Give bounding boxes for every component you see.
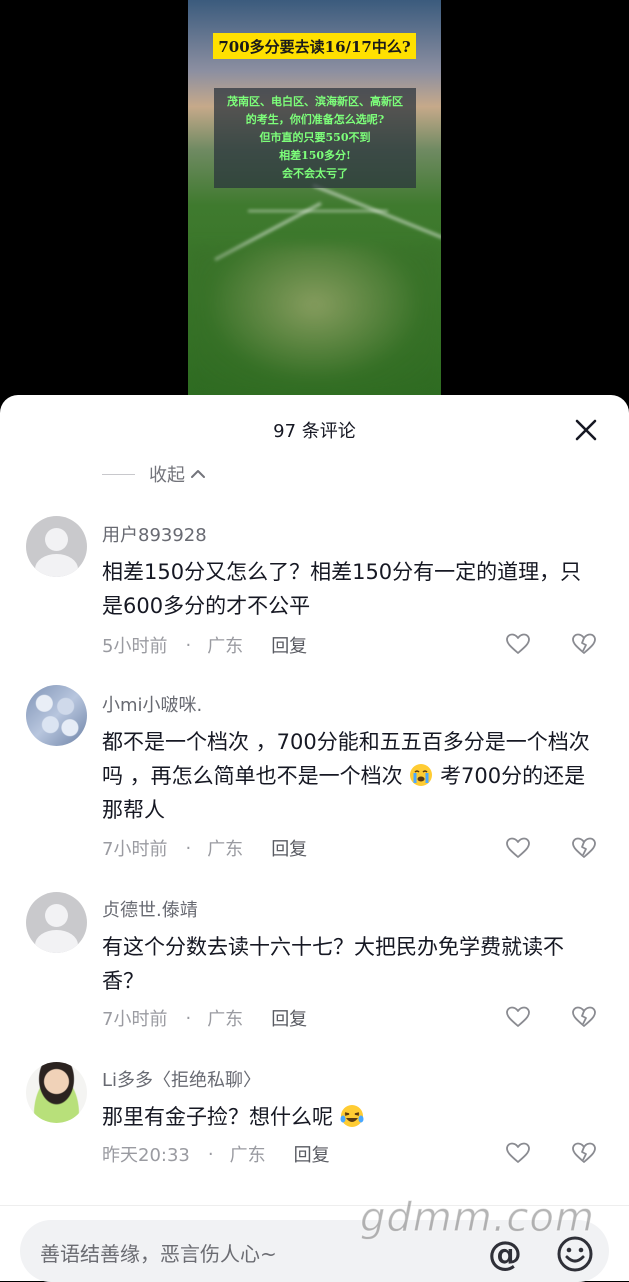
reply-button[interactable]: 回复 bbox=[271, 1005, 307, 1031]
comment-username[interactable]: 小mi小啵咪. bbox=[102, 691, 202, 717]
heart-icon[interactable] bbox=[505, 631, 531, 657]
comment-time: 昨天20:33 bbox=[102, 1145, 190, 1166]
comment-sheet: 97 条评论 收起 用户893928 相差150分又怎么了？相差150分有一定的… bbox=[0, 395, 629, 1280]
input-placeholder: 善语结善缘，恶言伤人心~ bbox=[40, 1242, 277, 1266]
crying-face-emoji bbox=[410, 764, 433, 786]
comment-meta: 昨天20:33 · 广东 回复 bbox=[102, 1141, 330, 1167]
comment-time: 7小时前 bbox=[102, 1009, 168, 1030]
caption-line: 茂南区、电白区、滨海新区、高新区 bbox=[227, 95, 403, 108]
comment-count: 97 条评论 bbox=[273, 421, 356, 442]
broken-heart-icon[interactable] bbox=[571, 1004, 597, 1030]
video-title: 700多分要去读16/17中么? bbox=[213, 33, 416, 59]
comment-text: 有这个分数去读十六十七？大把民办免学费就读不香？ bbox=[102, 935, 564, 993]
close-icon[interactable] bbox=[573, 417, 599, 443]
video-caption-overlay: 茂南区、电白区、滨海新区、高新区 的考生，你们准备怎么选呢? 但市直的只要550… bbox=[214, 88, 416, 188]
blurred-field bbox=[188, 245, 441, 395]
separator-dot: · bbox=[185, 1007, 192, 1029]
separator-dot: · bbox=[207, 1143, 214, 1165]
comment-meta: 7小时前 · 广东 回复 bbox=[102, 835, 307, 861]
comment-username[interactable]: 贞德世.傣靖 bbox=[102, 896, 198, 922]
heart-icon[interactable] bbox=[505, 835, 531, 861]
comment-location: 广东 bbox=[207, 839, 244, 860]
reply-button[interactable]: 回复 bbox=[294, 1141, 330, 1167]
watermark: gdmm.com bbox=[360, 1195, 595, 1242]
reply-button[interactable]: 回复 bbox=[271, 835, 307, 861]
laughing-tears-emoji bbox=[340, 1105, 364, 1127]
comment-time: 5小时前 bbox=[102, 636, 168, 657]
avatar[interactable] bbox=[26, 1062, 87, 1123]
sheet-header: 97 条评论 bbox=[0, 395, 629, 465]
comment-text-main: 那里有金子捡？想什么呢 bbox=[102, 1105, 333, 1129]
broken-heart-icon[interactable] bbox=[571, 631, 597, 657]
comment-username[interactable]: Li多多〈拒绝私聊〉 bbox=[102, 1066, 261, 1092]
avatar[interactable] bbox=[26, 685, 87, 746]
caption-line: 相差150多分! bbox=[279, 149, 351, 162]
avatar[interactable] bbox=[26, 516, 87, 577]
broken-heart-icon[interactable] bbox=[571, 835, 597, 861]
collapse-replies-button[interactable]: 收起 bbox=[102, 462, 207, 486]
caption-line: 但市直的只要550不到 bbox=[259, 131, 371, 144]
comment-meta: 7小时前 · 广东 回复 bbox=[102, 1005, 307, 1031]
heart-icon[interactable] bbox=[505, 1140, 531, 1166]
comment-location: 广东 bbox=[229, 1145, 266, 1166]
comment-time: 7小时前 bbox=[102, 839, 168, 860]
comment-text: 都不是一个档次 ，700分能和五五百多分是一个档次吗 ，再怎么简单也不是一个档次… bbox=[102, 725, 602, 827]
comment-username[interactable]: 用户893928 bbox=[102, 521, 207, 547]
divider-line bbox=[102, 473, 135, 475]
avatar[interactable] bbox=[26, 892, 87, 953]
heart-icon[interactable] bbox=[505, 1004, 531, 1030]
comment-location: 广东 bbox=[207, 1009, 244, 1030]
comment-location: 广东 bbox=[207, 636, 244, 657]
caption-line: 会不会太亏了 bbox=[282, 167, 348, 180]
video-player[interactable]: 700多分要去读16/17中么? 茂南区、电白区、滨海新区、高新区 的考生，你们… bbox=[188, 0, 441, 395]
collapse-label: 收起 bbox=[149, 465, 185, 486]
separator-dot: · bbox=[185, 837, 192, 859]
caption-line: 的考生，你们准备怎么选呢? bbox=[245, 113, 385, 126]
chevron-up-icon bbox=[191, 470, 205, 478]
comment-meta: 5小时前 · 广东 回复 bbox=[102, 632, 307, 658]
reply-button[interactable]: 回复 bbox=[271, 632, 307, 658]
broken-heart-icon[interactable] bbox=[571, 1140, 597, 1166]
comment-text: 相差150分又怎么了？相差150分有一定的道理，只是600多分的才不公平 bbox=[102, 560, 582, 618]
comment-text: 那里有金子捡？想什么呢 bbox=[102, 1100, 602, 1134]
separator-dot: · bbox=[185, 634, 192, 656]
